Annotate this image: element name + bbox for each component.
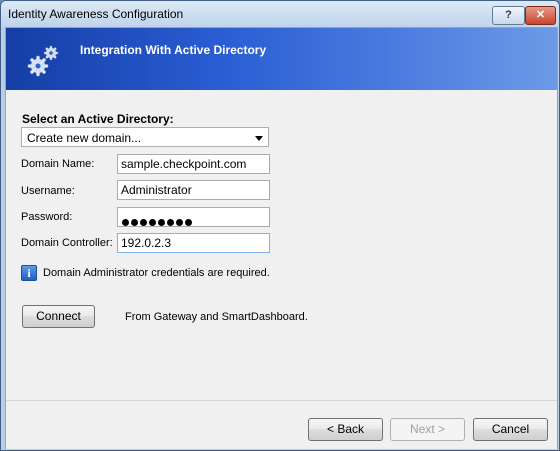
wizard-footer: < Back Next > Cancel bbox=[6, 400, 557, 449]
connect-note: From Gateway and SmartDashboard. bbox=[125, 311, 308, 323]
password-dot bbox=[122, 219, 129, 226]
title-bar[interactable]: Identity Awareness Configuration ? ✕ bbox=[1, 1, 559, 27]
wizard-banner: Integration With Active Directory bbox=[6, 28, 557, 90]
password-dot bbox=[158, 219, 165, 226]
password-dot bbox=[176, 219, 183, 226]
password-dot bbox=[131, 219, 138, 226]
cancel-button[interactable]: Cancel bbox=[473, 418, 548, 441]
connect-button[interactable]: Connect bbox=[22, 305, 95, 328]
close-button[interactable]: ✕ bbox=[525, 6, 556, 25]
username-field[interactable] bbox=[117, 180, 270, 200]
domain-name-field[interactable] bbox=[117, 154, 270, 174]
password-dot bbox=[140, 219, 147, 226]
domain-controller-label: Domain Controller: bbox=[21, 237, 113, 249]
info-icon: i bbox=[21, 265, 37, 281]
active-directory-select[interactable]: Create new domain... bbox=[21, 127, 269, 147]
password-field[interactable] bbox=[117, 207, 270, 227]
password-dot bbox=[167, 219, 174, 226]
next-button[interactable]: Next > bbox=[390, 418, 465, 441]
domain-name-label: Domain Name: bbox=[21, 158, 95, 170]
wizard-content: Integration With Active Directory Select… bbox=[5, 27, 558, 449]
help-button[interactable]: ? bbox=[492, 6, 525, 25]
info-message: Domain Administrator credentials are req… bbox=[43, 267, 270, 279]
dialog-window: Identity Awareness Configuration ? ✕ Int… bbox=[0, 0, 560, 451]
chevron-down-icon[interactable] bbox=[255, 136, 263, 141]
password-mask bbox=[122, 213, 194, 226]
username-label: Username: bbox=[21, 185, 75, 197]
password-dot bbox=[149, 219, 156, 226]
password-dot bbox=[185, 219, 192, 226]
back-button[interactable]: < Back bbox=[308, 418, 383, 441]
window-title: Identity Awareness Configuration bbox=[8, 7, 184, 21]
select-value: Create new domain... bbox=[27, 131, 142, 145]
domain-controller-field[interactable] bbox=[117, 233, 270, 253]
banner-title: Integration With Active Directory bbox=[80, 43, 267, 57]
password-label: Password: bbox=[21, 211, 73, 223]
gears-icon bbox=[27, 45, 59, 77]
select-directory-label: Select an Active Directory: bbox=[22, 112, 174, 126]
